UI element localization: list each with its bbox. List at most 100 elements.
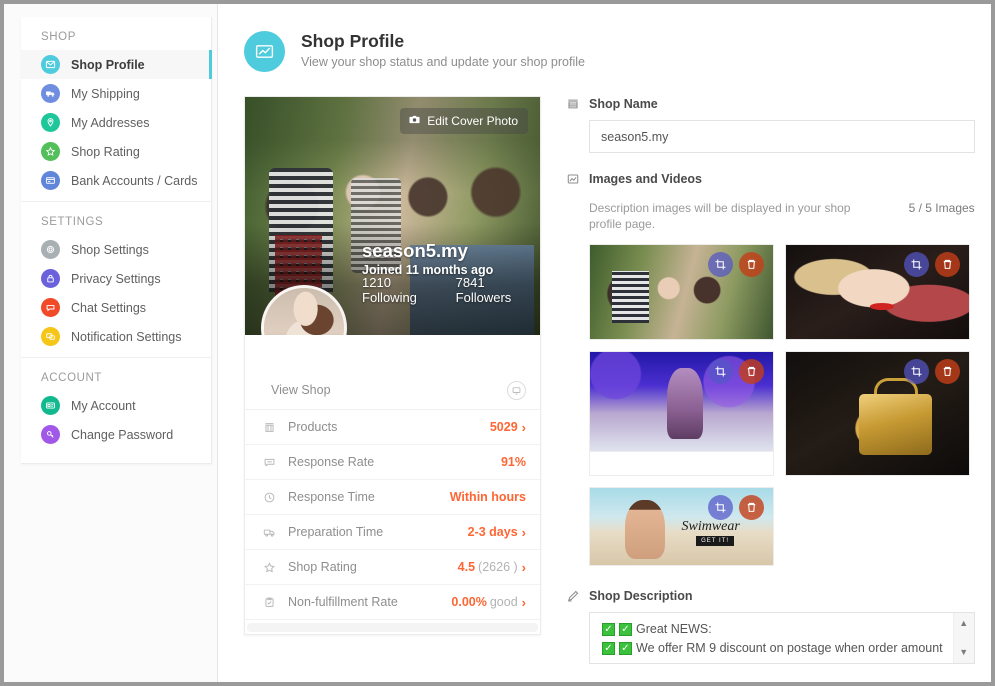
- checkbox-emoji-icon: ✓: [602, 642, 615, 655]
- stat-value: 0.00%: [451, 595, 487, 609]
- truck-icon: [262, 526, 277, 539]
- sidebar-item-privacy-settings[interactable]: Privacy Settings: [21, 264, 211, 293]
- store-icon: [262, 421, 277, 434]
- stat-row-response-rate[interactable]: Response Rate 91%: [245, 445, 540, 480]
- description-line: ✓ ✓ Great NEWS:: [602, 620, 943, 639]
- sidebar-item-my-shipping[interactable]: My Shipping: [21, 79, 211, 108]
- profile-card: Edit Cover Photo season5.my Joined 11 mo…: [244, 96, 541, 635]
- main-content: Shop Profile View your shop status and u…: [218, 4, 991, 682]
- stat-value-suffix: (2626 ): [478, 560, 518, 574]
- sidebar-group-settings: SETTINGS Shop Settings Privacy Settings: [21, 201, 211, 357]
- crop-icon[interactable]: [708, 495, 733, 520]
- thumbnail-swimwear-banner[interactable]: Swimwear GET IT!: [589, 487, 774, 566]
- stat-row-preparation-time[interactable]: Preparation Time 2-3 days ›: [245, 515, 540, 550]
- trash-icon[interactable]: [935, 359, 960, 384]
- stat-label: Preparation Time: [288, 525, 384, 539]
- horizontal-scrollbar[interactable]: [247, 623, 538, 632]
- location-pin-icon: [41, 113, 60, 132]
- description-line-text: We offer RM 9 discount on postage when o…: [636, 641, 943, 655]
- sidebar-item-label: My Account: [71, 398, 136, 413]
- description-scrollbar[interactable]: ▲ ▼: [952, 613, 974, 663]
- followers-count: 7841 Followers: [455, 275, 512, 305]
- stat-value-suffix: good: [489, 595, 518, 609]
- profile-column: Edit Cover Photo season5.my Joined 11 mo…: [244, 96, 541, 664]
- chat-bubble-icon: [41, 298, 60, 317]
- trash-icon[interactable]: [739, 495, 764, 520]
- clipboard-check-icon: [262, 596, 277, 609]
- thumbnail-actions: [904, 252, 960, 277]
- stat-row-products[interactable]: Products 5029 ›: [245, 410, 540, 445]
- thumbnail-portrait-makeup[interactable]: [785, 244, 970, 340]
- stat-row-response-time[interactable]: Response Time Within hours: [245, 480, 540, 515]
- sidebar-item-my-addresses[interactable]: My Addresses: [21, 108, 211, 137]
- sidebar-item-shop-settings[interactable]: Shop Settings: [21, 235, 211, 264]
- crop-icon[interactable]: [708, 359, 733, 384]
- chevron-right-icon: ›: [521, 594, 526, 610]
- view-shop-row[interactable]: View Shop: [245, 371, 540, 410]
- sidebar-group-title: SHOP: [41, 31, 76, 43]
- description-text: ✓ ✓ Great NEWS: ✓ ✓ We offer RM 9 discou…: [590, 613, 953, 663]
- triangle-down-icon[interactable]: ▼: [959, 648, 968, 657]
- bell-notification-icon: [41, 327, 60, 346]
- page-title: Shop Profile: [301, 31, 405, 51]
- stat-row-non-fulfillment-rate[interactable]: Non-fulfillment Rate 0.00% good ›: [245, 585, 540, 620]
- sidebar-group-account: ACCOUNT My Account Change Password: [21, 357, 211, 455]
- content-row: Edit Cover Photo season5.my Joined 11 mo…: [218, 72, 991, 664]
- trash-icon[interactable]: [935, 252, 960, 277]
- checkbox-emoji-icon: ✓: [619, 623, 632, 636]
- sidebar-item-chat-settings[interactable]: Chat Settings: [21, 293, 211, 322]
- sidebar-group-title: SETTINGS: [41, 216, 104, 228]
- store-icon: [565, 96, 580, 111]
- id-card-icon: [41, 396, 60, 415]
- thumbnail-actions: [708, 252, 764, 277]
- lock-icon: [41, 269, 60, 288]
- thumbnail-runway-boot[interactable]: [589, 351, 774, 452]
- crop-icon[interactable]: [904, 359, 929, 384]
- description-line-text: Great NEWS:: [636, 622, 712, 636]
- thumbnail-caption-area: [589, 452, 774, 476]
- shop-profile-icon: [41, 55, 60, 74]
- shop-description-textarea[interactable]: ✓ ✓ Great NEWS: ✓ ✓ We offer RM 9 discou…: [589, 612, 975, 664]
- stat-label: Shop Rating: [288, 560, 357, 574]
- key-icon: [41, 425, 60, 444]
- shop-name-input[interactable]: season5.my: [589, 120, 975, 153]
- crop-icon[interactable]: [904, 252, 929, 277]
- sidebar-item-label: My Shipping: [71, 86, 140, 101]
- triangle-up-icon[interactable]: ▲: [959, 619, 968, 628]
- page-subtitle: View your shop status and update your sh…: [301, 55, 585, 69]
- stat-value-group: 4.5 (2626 ) ›: [458, 560, 526, 574]
- stat-value-group: 5029 ›: [490, 420, 526, 434]
- trash-icon[interactable]: [739, 359, 764, 384]
- sidebar-item-shop-rating[interactable]: Shop Rating: [21, 137, 211, 166]
- shop-name-field-header: Shop Name: [565, 96, 975, 111]
- sidebar-item-change-password[interactable]: Change Password: [21, 420, 211, 449]
- stat-value: 5029: [489, 420, 518, 434]
- trash-icon[interactable]: [739, 252, 764, 277]
- form-column: Shop Name season5.my Images and Videos D: [541, 96, 991, 664]
- swimwear-cta-button[interactable]: GET IT!: [696, 535, 735, 546]
- shop-name-input-wrap: season5.my: [589, 120, 975, 153]
- gear-icon: [41, 240, 60, 259]
- avatar-image: [264, 288, 344, 335]
- sidebar-item-label: Notification Settings: [71, 329, 182, 344]
- sidebar-group-title: ACCOUNT: [41, 372, 103, 384]
- images-label: Images and Videos: [589, 171, 703, 186]
- sidebar-item-bank-accounts-cards[interactable]: Bank Accounts / Cards: [21, 166, 211, 195]
- avatar[interactable]: Edit: [261, 285, 347, 335]
- stat-value-group: 0.00% good ›: [451, 595, 526, 609]
- edit-cover-photo-button[interactable]: Edit Cover Photo: [400, 108, 528, 134]
- sidebar-item-label: Shop Settings: [71, 242, 149, 257]
- sidebar-item-notification-settings[interactable]: Notification Settings: [21, 322, 211, 351]
- crop-icon[interactable]: [708, 252, 733, 277]
- stat-value-group: 91%: [501, 455, 526, 469]
- sidebar-item-shop-profile[interactable]: Shop Profile: [21, 50, 212, 79]
- description-label: Shop Description: [589, 588, 693, 603]
- chevron-right-icon: ›: [521, 524, 526, 540]
- thumbnail-actions: [904, 359, 960, 384]
- sidebar-card: SHOP Shop Profile My Shipping My Address…: [21, 17, 212, 464]
- thumbnail-group-photo[interactable]: [589, 244, 774, 340]
- stat-row-shop-rating[interactable]: Shop Rating 4.5 (2626 ) ›: [245, 550, 540, 585]
- truck-icon: [41, 84, 60, 103]
- sidebar-item-my-account[interactable]: My Account: [21, 391, 211, 420]
- thumbnail-gold-handbag[interactable]: [785, 351, 970, 476]
